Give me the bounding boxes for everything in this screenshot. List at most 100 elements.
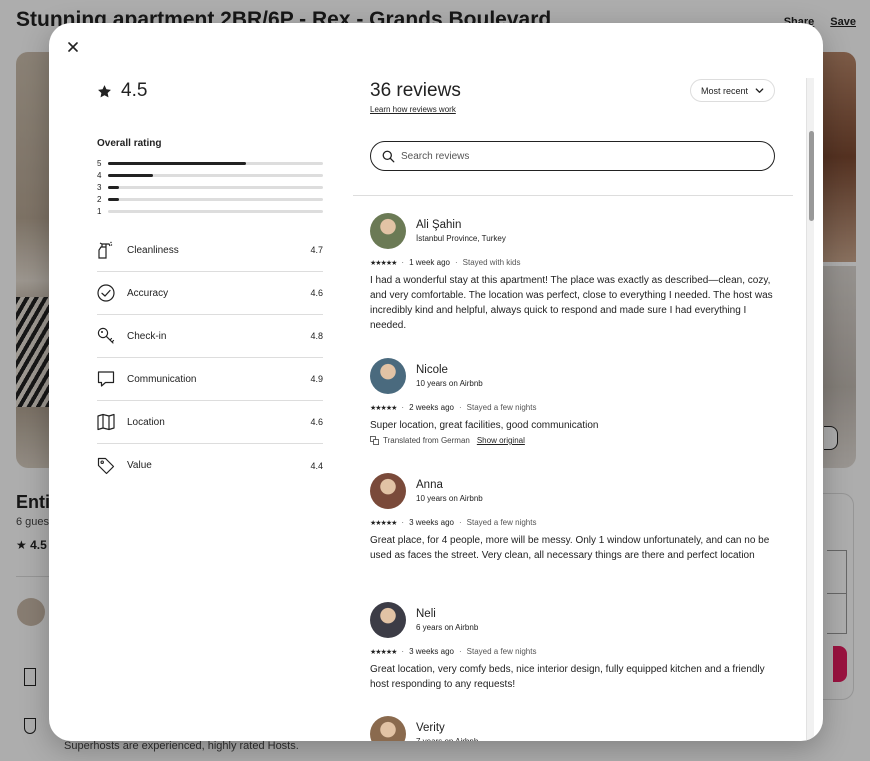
rating-bar-3: 3 <box>97 181 323 193</box>
category-label: Accuracy <box>127 287 169 299</box>
translate-icon <box>370 436 379 445</box>
reviewer-subtitle: 10 years on Airbnb <box>416 494 483 503</box>
close-button[interactable] <box>61 35 85 59</box>
sort-label: Most recent <box>700 85 748 96</box>
review-text: I had a wonderful stay at this apartment… <box>370 275 773 331</box>
divider <box>353 195 793 196</box>
category-location: Location 4.6 <box>97 401 323 444</box>
search-box[interactable] <box>370 141 775 171</box>
category-score: 4.6 <box>310 288 323 298</box>
category-score: 4.9 <box>310 374 323 384</box>
rating-bar-1: 1 <box>97 205 323 217</box>
reviewer-avatar[interactable] <box>370 716 406 741</box>
rating-bar-2: 2 <box>97 193 323 205</box>
review-item: Anna 10 years on Airbnb ★★★★★ · 3 weeks … <box>370 473 775 563</box>
category-score: 4.4 <box>310 460 323 471</box>
category-score: 4.8 <box>310 331 323 341</box>
check-circle-icon <box>97 283 127 303</box>
key-icon <box>97 326 127 346</box>
rating-bar-label: 3 <box>97 182 102 192</box>
translation-note: Translated from German Show original <box>370 436 775 445</box>
learn-how-reviews-work-link[interactable]: Learn how reviews work <box>370 105 456 114</box>
rating-bar-label: 4 <box>97 170 102 180</box>
review-text: Super location, great facilities, good c… <box>370 420 599 431</box>
category-label: Communication <box>127 373 197 385</box>
rating-bar-track <box>108 161 323 165</box>
rating-bar-label: 5 <box>97 158 102 168</box>
reviewer-name: Verity <box>416 722 445 734</box>
review-stars: ★★★★★ <box>370 259 397 267</box>
category-ratings: Cleanliness 4.7 Accuracy 4.6 Check-in 4.… <box>97 229 323 487</box>
review-date: 2 weeks ago <box>409 403 454 412</box>
rating-distribution: 5 4 3 2 1 <box>97 157 323 217</box>
tag-icon <box>97 456 127 476</box>
sort-dropdown[interactable]: Most recent <box>689 79 775 102</box>
rating-bar-4: 4 <box>97 169 323 181</box>
reviewer-avatar[interactable] <box>370 213 406 249</box>
review-stay-type: Stayed a few nights <box>466 403 537 412</box>
reviews-panel: 36 reviews Learn how reviews work Most r… <box>353 78 806 741</box>
category-check-in: Check-in 4.8 <box>97 315 323 358</box>
reviews-count-title: 36 reviews <box>370 80 461 101</box>
category-value: Value 4.4 <box>97 444 323 487</box>
reviewer-subtitle: 7 years on Airbnb <box>416 737 478 741</box>
reviewer-subtitle: İstanbul Province, Turkey <box>416 234 506 243</box>
search-input[interactable] <box>401 150 761 162</box>
map-icon <box>97 412 127 432</box>
review-stay-type: Stayed with kids <box>462 258 521 267</box>
review-item: Ali Şahin İstanbul Province, Turkey ★★★★… <box>370 213 775 333</box>
review-item: Neli 6 years on Airbnb ★★★★★ · 3 weeks a… <box>370 602 775 692</box>
rating-bar-fill <box>108 185 119 189</box>
rating-bar-label: 1 <box>97 206 102 216</box>
rating-summary: 4.5 Overall rating 5 4 3 2 1 Cleanliness… <box>97 79 323 487</box>
scrollbar-thumb[interactable] <box>809 131 814 221</box>
star-icon <box>98 84 111 97</box>
reviews-modal: 4.5 Overall rating 5 4 3 2 1 Cleanliness… <box>49 23 823 741</box>
overall-rating-label: Overall rating <box>97 138 162 149</box>
review-stay-type: Stayed a few nights <box>466 647 537 656</box>
translated-from-label: Translated from German <box>383 436 470 445</box>
review-meta: ★★★★★ · 3 weeks ago · Stayed a few night… <box>370 647 537 656</box>
show-original-link[interactable]: Show original <box>477 436 525 445</box>
reviewer-avatar[interactable] <box>370 602 406 638</box>
review-stars: ★★★★★ <box>370 519 397 527</box>
reviews-scrollbar[interactable] <box>806 78 814 741</box>
chevron-down-icon <box>755 88 764 93</box>
overall-score-value: 4.5 <box>121 80 148 101</box>
review-stay-type: Stayed a few nights <box>466 518 537 527</box>
reviewer-subtitle: 10 years on Airbnb <box>416 379 483 388</box>
category-label: Value <box>127 460 152 471</box>
reviewer-avatar[interactable] <box>370 473 406 509</box>
chat-bubble-icon <box>97 369 127 389</box>
review-meta: ★★★★★ · 3 weeks ago · Stayed a few night… <box>370 518 537 527</box>
category-cleanliness: Cleanliness 4.7 <box>97 229 323 272</box>
review-date: 1 week ago <box>409 258 450 267</box>
rating-bar-track <box>108 209 323 213</box>
review-stars: ★★★★★ <box>370 404 397 412</box>
reviewer-subtitle: 6 years on Airbnb <box>416 623 479 632</box>
search-icon <box>382 150 395 162</box>
rating-bar-fill <box>108 161 246 165</box>
review-meta: ★★★★★ · 2 weeks ago · Stayed a few night… <box>370 403 537 412</box>
category-communication: Communication 4.9 <box>97 358 323 401</box>
reviewer-name: Neli <box>416 608 436 620</box>
category-label: Check-in <box>127 330 167 342</box>
category-score: 4.6 <box>310 417 323 427</box>
category-label: Location <box>127 416 165 428</box>
rating-bar-fill <box>108 197 119 201</box>
review-text: Great place, for 4 people, more will be … <box>370 535 770 561</box>
rating-bar-track <box>108 185 323 189</box>
rating-bar-fill <box>108 173 154 177</box>
rating-bar-label: 2 <box>97 194 102 204</box>
category-accuracy: Accuracy 4.6 <box>97 272 323 315</box>
category-score: 4.7 <box>310 245 323 255</box>
category-label: Cleanliness <box>127 244 179 256</box>
review-stars: ★★★★★ <box>370 648 397 656</box>
reviewer-name: Nicole <box>416 364 448 376</box>
reviewer-name: Ali Şahin <box>416 219 462 231</box>
rating-bar-5: 5 <box>97 157 323 169</box>
reviewer-avatar[interactable] <box>370 358 406 394</box>
overall-score: 4.5 <box>97 79 323 103</box>
rating-bar-track <box>108 197 323 201</box>
review-item: Verity 7 years on Airbnb <box>370 716 775 741</box>
